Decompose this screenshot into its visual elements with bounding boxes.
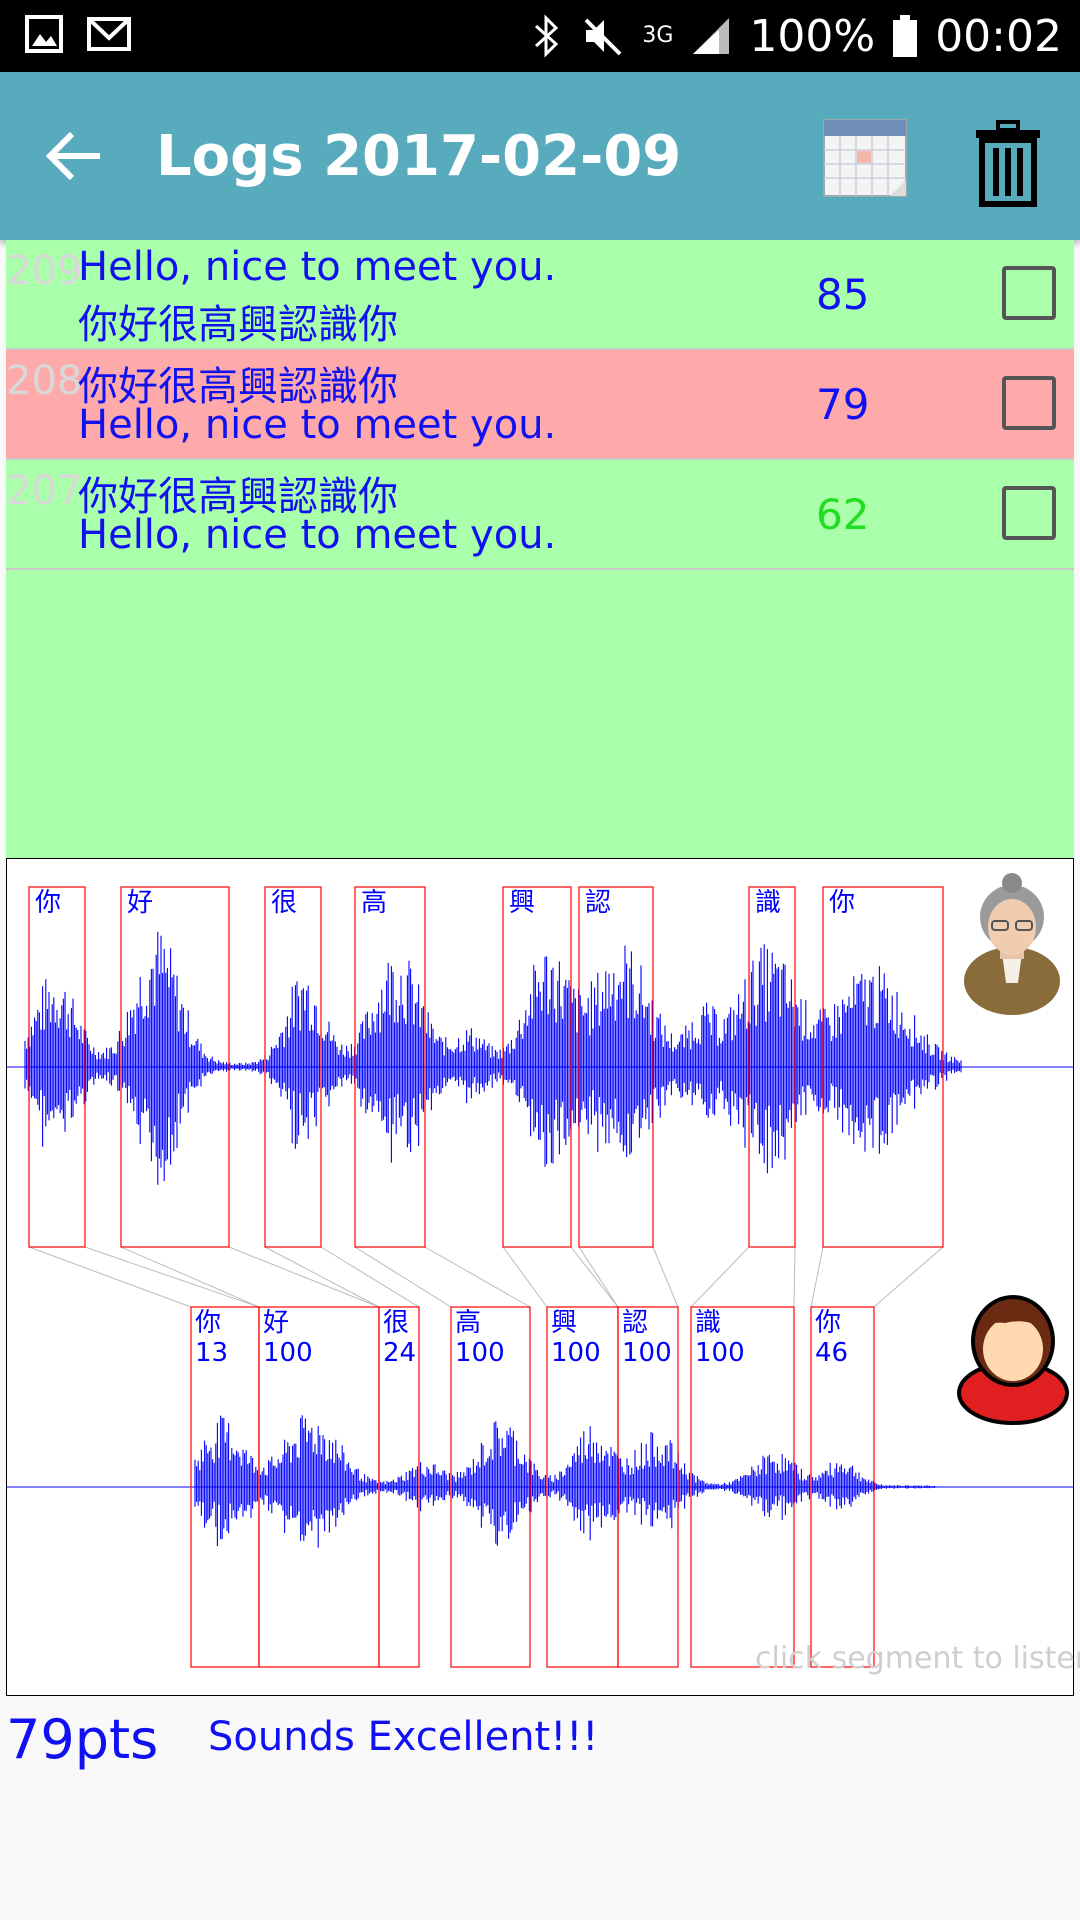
segment-link <box>424 1246 531 1308</box>
reference-segment-char: 很 <box>271 888 297 918</box>
back-button[interactable] <box>38 116 118 196</box>
reference-segment[interactable]: 你 <box>822 886 944 1248</box>
user-segment[interactable]: 好100 <box>258 1306 380 1668</box>
user-segment-char: 識 <box>695 1308 721 1338</box>
gallery-icon <box>25 15 63 53</box>
user-segment-score: 24 <box>383 1338 416 1368</box>
user-segment[interactable]: 識100 <box>690 1306 795 1668</box>
log-score: 62 <box>816 490 870 539</box>
reference-segment[interactable]: 你 <box>28 886 86 1248</box>
log-line-2: 你好很高興認識你 <box>78 302 398 348</box>
battery-percent: 100% <box>749 10 876 62</box>
log-score: 85 <box>816 270 870 319</box>
app-bar: Logs 2017-02-09 <box>0 72 1080 240</box>
segment-link <box>120 1246 260 1308</box>
reference-segment-char: 好 <box>127 888 153 918</box>
clock: 00:02 <box>935 10 1062 62</box>
user-segment-char: 高 <box>455 1308 481 1338</box>
teacher-avatar <box>964 873 1060 1015</box>
reference-segment[interactable]: 好 <box>120 886 230 1248</box>
student-avatar <box>957 1295 1069 1425</box>
page-title: Logs 2017-02-09 <box>156 124 682 189</box>
segment-link <box>228 1246 380 1308</box>
reference-segment[interactable]: 很 <box>264 886 322 1248</box>
reference-segment[interactable]: 高 <box>354 886 426 1248</box>
log-row[interactable]: 207 你好很高興認識你 Hello, nice to meet you. 62 <box>6 460 1074 570</box>
log-id: 208 <box>6 358 83 404</box>
user-segment-score: 46 <box>815 1338 848 1368</box>
user-segment-char: 興 <box>551 1308 577 1338</box>
segment-link <box>690 1246 750 1308</box>
total-points: 79pts <box>6 1708 159 1771</box>
log-line-2: Hello, nice to meet you. <box>78 512 557 558</box>
segment-link <box>793 1246 796 1308</box>
mute-icon <box>584 18 622 56</box>
log-id: 207 <box>6 468 83 514</box>
calendar-button[interactable] <box>820 114 910 204</box>
battery-icon <box>893 15 918 57</box>
user-segment-char: 你 <box>195 1308 221 1338</box>
log-list: 209 Hello, nice to meet you. 你好很高興認識你 85… <box>6 240 1074 858</box>
segment-link <box>873 1246 944 1308</box>
status-bar: 3G 100% 00:02 <box>0 0 1080 72</box>
user-segment-char: 認 <box>622 1308 648 1338</box>
segment-links <box>28 1246 944 1308</box>
bluetooth-icon <box>535 14 559 58</box>
segment-link <box>810 1246 824 1308</box>
segment-link <box>502 1246 548 1308</box>
log-checkbox[interactable] <box>1002 486 1056 540</box>
reference-segment-char: 高 <box>361 888 387 918</box>
segment-link <box>570 1246 619 1308</box>
user-segment-score: 100 <box>622 1338 672 1368</box>
user-segment[interactable]: 認100 <box>617 1306 679 1668</box>
user-segment[interactable]: 你13 <box>190 1306 260 1668</box>
reference-segment-char: 識 <box>755 888 781 918</box>
segment-link <box>652 1246 679 1308</box>
user-segment-score: 100 <box>455 1338 505 1368</box>
user-waveform <box>7 1415 1073 1548</box>
network-type-label: 3G <box>642 23 674 48</box>
reference-segment[interactable]: 認 <box>578 886 654 1248</box>
mail-icon <box>87 17 131 51</box>
user-segment[interactable]: 興100 <box>546 1306 619 1668</box>
back-arrow-icon <box>45 131 100 181</box>
reference-segment[interactable]: 興 <box>502 886 572 1248</box>
reference-segment-char: 興 <box>509 888 535 918</box>
verdict-text: Sounds Excellent!!! <box>208 1714 599 1760</box>
log-score: 79 <box>816 380 870 429</box>
segment-link <box>264 1246 380 1308</box>
waveform-panel: 你好很高興認識你 你 13 好 100 很 24 高 100 興 100 認 100 識 100 你 46 c… <box>6 858 1080 1696</box>
user-segment[interactable]: 高100 <box>450 1306 531 1668</box>
waveform-canvas: 你好很高興認識你 你13好100很24高100興100認100識100你46 <box>7 873 1073 1668</box>
trash-icon <box>976 120 1040 207</box>
log-row[interactable]: 209 Hello, nice to meet you. 你好很高興認識你 85 <box>6 240 1074 350</box>
reference-segment-char: 你 <box>829 888 855 918</box>
user-segment-score: 100 <box>551 1338 601 1368</box>
user-segment-char: 很 <box>383 1308 409 1338</box>
reference-segment[interactable]: 識 <box>748 886 796 1248</box>
user-segment-score: 13 <box>195 1338 228 1368</box>
user-segment-score: 100 <box>695 1338 745 1368</box>
log-line-1: Hello, nice to meet you. <box>78 244 557 290</box>
user-segment[interactable]: 很24 <box>378 1306 420 1668</box>
log-checkbox[interactable] <box>1002 266 1056 320</box>
delete-button[interactable] <box>972 120 1044 210</box>
log-row[interactable]: 208 你好很高興認識你 Hello, nice to meet you. 79 <box>6 350 1074 460</box>
user-segment-score: 100 <box>263 1338 313 1368</box>
segment-link <box>578 1246 619 1308</box>
user-segment-char: 你 <box>815 1308 841 1338</box>
signal-icon <box>693 18 730 54</box>
calendar-icon <box>823 119 907 197</box>
listen-hint: click segment to listen <box>755 1641 1080 1676</box>
log-id: 209 <box>6 248 83 294</box>
reference-segment-char: 你 <box>35 888 61 918</box>
log-line-2: Hello, nice to meet you. <box>78 402 557 448</box>
user-segment[interactable]: 你46 <box>810 1306 875 1668</box>
user-segment-char: 好 <box>263 1308 289 1338</box>
reference-segment-char: 認 <box>585 888 611 918</box>
log-checkbox[interactable] <box>1002 376 1056 430</box>
